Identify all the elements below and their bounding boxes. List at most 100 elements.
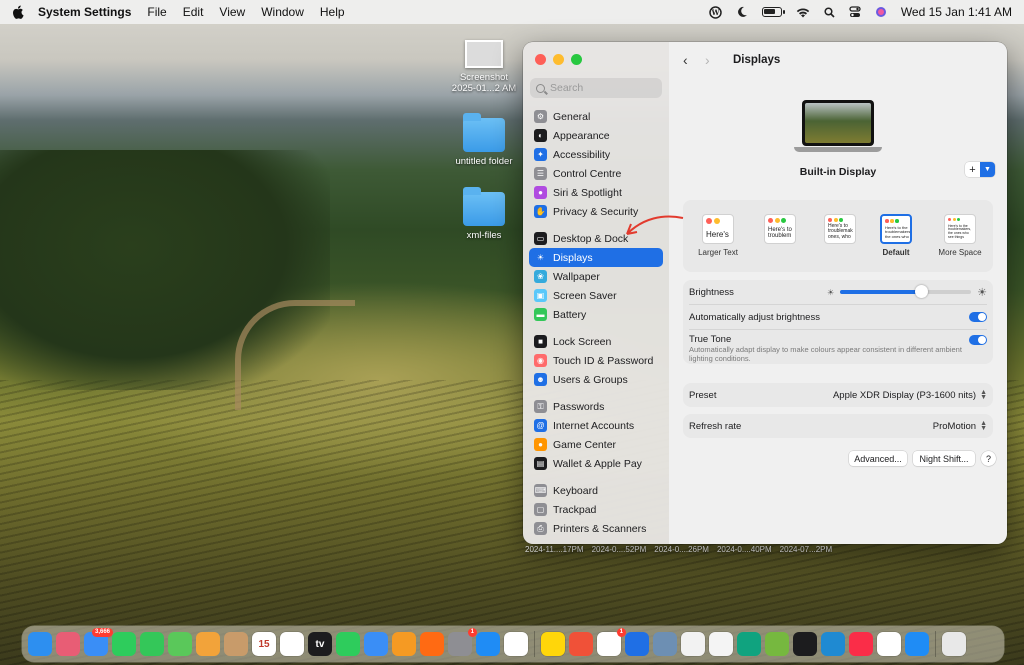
battery-icon[interactable]	[761, 7, 785, 17]
desktop-file-label[interactable]: 2024-0....52PM	[592, 545, 647, 554]
messages-icon[interactable]	[140, 632, 164, 656]
resolution-option-more-space[interactable]: Here's to the troublemakers, the ones wh…	[931, 214, 989, 257]
wifi-icon[interactable]	[796, 7, 810, 18]
resolution-option-default[interactable]: Here's to the troublemakers, the ones wh…	[869, 214, 923, 257]
reminders-icon[interactable]	[280, 632, 304, 656]
menu-clock[interactable]: Wed 15 Jan 1:41 AM	[901, 5, 1012, 19]
auto-brightness-toggle[interactable]	[969, 312, 987, 322]
pages-icon[interactable]	[392, 632, 416, 656]
swift-icon[interactable]	[569, 632, 593, 656]
terminal-icon[interactable]	[793, 632, 817, 656]
back-button[interactable]: ‹	[683, 52, 705, 68]
music-icon[interactable]	[849, 632, 873, 656]
preview-icon[interactable]	[653, 632, 677, 656]
desktop-item-xml-files[interactable]: xml-files	[448, 187, 520, 241]
freeform-icon[interactable]	[504, 632, 528, 656]
control-centre-icon[interactable]	[849, 6, 861, 18]
app-store-icon[interactable]	[476, 632, 500, 656]
close-button[interactable]	[535, 53, 546, 65]
textedit-icon[interactable]	[681, 632, 705, 656]
facetime-icon[interactable]	[112, 632, 136, 656]
help-button[interactable]: ?	[981, 451, 996, 466]
sidebar-item-appearance[interactable]: ◐ Appearance	[529, 126, 663, 145]
sidebar-item-printers-scanners[interactable]: ⎙ Printers & Scanners	[529, 519, 663, 538]
desktop-file-label[interactable]: 2024-07...2PM	[780, 545, 832, 554]
sidebar-item-screen-saver[interactable]: ▣ Screen Saver	[529, 286, 663, 305]
contacts-icon[interactable]	[224, 632, 248, 656]
desktop-file-label[interactable]: 2024-0....40PM	[717, 545, 772, 554]
notes-icon[interactable]	[541, 632, 565, 656]
desktop-file-label[interactable]: 2024-11....17PM	[525, 545, 584, 554]
maps-icon[interactable]	[168, 632, 192, 656]
slider-track[interactable]	[840, 285, 972, 298]
menu-app-name[interactable]: System Settings	[38, 5, 131, 19]
laptop-icon[interactable]	[794, 100, 882, 156]
sidebar-item-game-center[interactable]: ● Game Center	[529, 435, 663, 454]
true-tone-toggle[interactable]	[969, 335, 987, 345]
brightness-slider[interactable]: ☀ ☀	[827, 285, 987, 299]
search-input[interactable]: Search	[530, 78, 662, 98]
sidebar-item-trackpad[interactable]: ▢ Trackpad	[529, 500, 663, 519]
menu-window[interactable]: Window	[261, 5, 304, 19]
menu-view[interactable]: View	[219, 5, 245, 19]
desktop-item-screenshot[interactable]: Screenshot 2025-01...2 AM	[448, 40, 520, 94]
slack-icon[interactable]: 1	[597, 628, 626, 656]
sidebar-item-displays[interactable]: ☀ Displays	[529, 248, 663, 267]
chrome-icon[interactable]	[877, 632, 901, 656]
at-icon: @	[534, 419, 547, 432]
forward-button[interactable]: ›	[705, 52, 727, 68]
advanced-button[interactable]: Advanced...	[849, 451, 907, 466]
moon-icon[interactable]	[736, 6, 748, 18]
minimize-button[interactable]	[553, 53, 564, 65]
sidebar-item-touch-id-password[interactable]: ◉ Touch ID & Password	[529, 351, 663, 370]
desktop-file-label[interactable]: 2024-0....26PM	[654, 545, 709, 554]
add-display-button[interactable]: + ▼	[965, 162, 995, 177]
sidebar-item-battery[interactable]: ▬ Battery	[529, 305, 663, 324]
siri-icon[interactable]	[875, 6, 887, 18]
resolution-option-3[interactable]: Here's to troublemak ones, who	[813, 214, 867, 248]
sidebar-item-wallpaper[interactable]: ❀ Wallpaper	[529, 267, 663, 286]
numbers-icon[interactable]	[336, 632, 360, 656]
tv-icon[interactable]: tv	[308, 632, 332, 656]
sidebar-item-lock-screen[interactable]: ■ Lock Screen	[529, 332, 663, 351]
sidebar-item-passwords[interactable]: ⚿ Passwords	[529, 397, 663, 416]
maps-pin-icon[interactable]	[625, 632, 649, 656]
menu-file[interactable]: File	[147, 5, 166, 19]
preset-select[interactable]: Apple XDR Display (P3-1600 nits) ▲ ▼	[833, 389, 987, 401]
desktop-item-untitled-folder[interactable]: untitled folder	[448, 113, 520, 167]
sidebar-item-wallet-apple-pay[interactable]: ▤ Wallet & Apple Pay	[529, 454, 663, 473]
launchpad-icon[interactable]	[56, 632, 80, 656]
sidebar-item-general[interactable]: ⚙ General	[529, 107, 663, 126]
sidebar-item-siri-spotlight[interactable]: ● Siri & Spotlight	[529, 183, 663, 202]
safari-icon[interactable]	[905, 632, 929, 656]
keynote-icon[interactable]	[364, 632, 388, 656]
menu-help[interactable]: Help	[320, 5, 345, 19]
trash-icon[interactable]	[942, 632, 966, 656]
mail-icon[interactable]: 3,666	[84, 628, 113, 656]
search-icon[interactable]	[824, 6, 835, 18]
chatgpt-icon[interactable]	[737, 632, 761, 656]
utorrent-icon[interactable]	[765, 632, 789, 656]
sidebar-item-accessibility[interactable]: ✦ Accessibility	[529, 145, 663, 164]
sidebar-item-internet-accounts[interactable]: @ Internet Accounts	[529, 416, 663, 435]
night-shift-button[interactable]: Night Shift...	[913, 451, 975, 466]
refresh-rate-select[interactable]: ProMotion ▲ ▼	[933, 420, 987, 432]
zoom-button[interactable]	[571, 53, 582, 65]
system-settings-icon[interactable]: 1	[448, 628, 477, 656]
sidebar-item-users-groups[interactable]: ☻ Users & Groups	[529, 370, 663, 389]
mongodb-icon[interactable]	[709, 632, 733, 656]
resolution-option-larger-text[interactable]: Here's Larger Text	[691, 214, 745, 257]
slider-knob[interactable]	[915, 285, 929, 298]
vscode-icon[interactable]	[821, 632, 845, 656]
finder-icon[interactable]	[28, 632, 52, 656]
photos-icon[interactable]	[196, 632, 220, 656]
menu-edit[interactable]: Edit	[183, 5, 204, 19]
wordpress-icon[interactable]: W	[709, 5, 722, 19]
sidebar-item-control-centre[interactable]: ☰ Control Centre	[529, 164, 663, 183]
apple-logo-icon[interactable]	[12, 5, 24, 19]
firefox-icon[interactable]	[420, 632, 444, 656]
dock: 3,666 15 tv 1 1	[22, 626, 1004, 662]
resolution-option-2[interactable]: Here's to troublem	[753, 214, 807, 248]
calendar-icon[interactable]: 15	[252, 632, 276, 656]
sidebar-item-keyboard[interactable]: ⌨ Keyboard	[529, 481, 663, 500]
